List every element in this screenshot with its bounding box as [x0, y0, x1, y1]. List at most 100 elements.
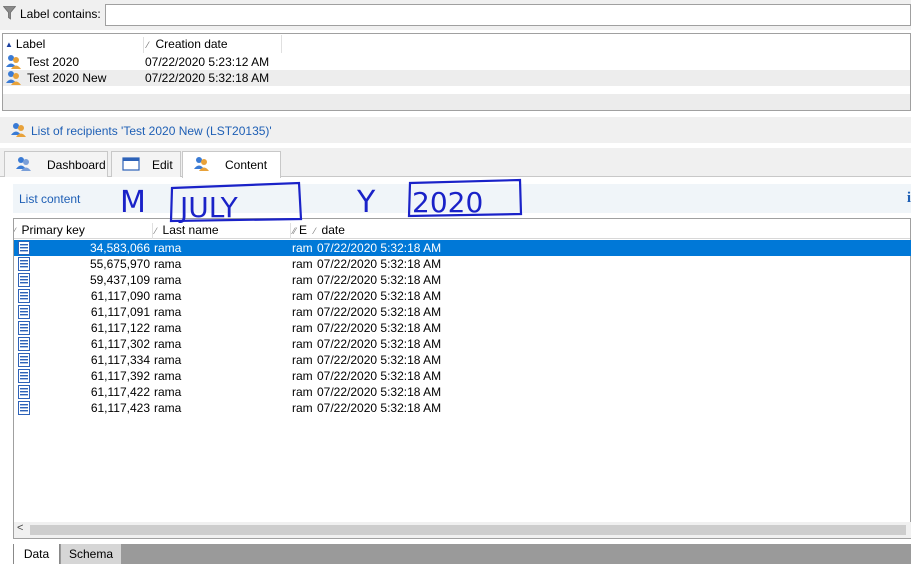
- cell-primary-key: 61,117,423: [90, 401, 150, 415]
- sort-indicator-icon: ⁄: [14, 226, 16, 236]
- sort-indicator-icon: ⁄⁄: [293, 226, 297, 236]
- list-item[interactable]: Test 2020 07/22/2020 5:23:12 AM: [3, 54, 910, 70]
- cell-email: ram: [292, 241, 313, 255]
- column-header-last-name[interactable]: ⁄ Last name: [152, 223, 290, 239]
- list-content-link[interactable]: List content: [19, 192, 80, 206]
- cell-date: 07/22/2020 5:32:18 AM: [317, 241, 442, 255]
- horizontal-scrollbar[interactable]: <: [14, 522, 911, 538]
- table-row[interactable]: 61,117,302 rama ram 07/22/2020 5:32:18 AM: [14, 336, 911, 352]
- info-icon[interactable]: i: [907, 190, 911, 207]
- dashboard-icon: [16, 157, 31, 171]
- list-footer: [3, 94, 910, 110]
- table-row[interactable]: 34,583,066 rama ram 07/22/2020 5:32:18 AM: [14, 240, 911, 256]
- cell-primary-key: 61,117,122: [90, 321, 150, 335]
- cell-last-name: rama: [154, 337, 182, 351]
- cell-last-name: rama: [154, 289, 182, 303]
- cell-primary-key: 34,583,066: [89, 241, 150, 255]
- sort-indicator-icon: ⁄: [314, 226, 316, 236]
- table-row[interactable]: 59,437,109 rama ram 07/22/2020 5:32:18 AM: [14, 272, 911, 288]
- cell-date: 07/22/2020 5:32:18 AM: [317, 289, 442, 303]
- cell-email: ram: [292, 337, 313, 351]
- cell-email: ram: [292, 353, 313, 367]
- column-header-primary-key[interactable]: ⁄ Primary key: [14, 223, 152, 239]
- cell-last-name: rama: [154, 321, 182, 335]
- column-header-date[interactable]: ⁄ date: [312, 223, 472, 239]
- table-row[interactable]: 61,117,090 rama ram 07/22/2020 5:32:18 AM: [14, 288, 911, 304]
- bottom-tabs: Data Schema: [13, 544, 911, 564]
- tab-data[interactable]: Data: [13, 544, 60, 564]
- column-header-email[interactable]: ⁄⁄ E: [290, 223, 312, 239]
- tab-dashboard[interactable]: Dashboard: [4, 151, 108, 177]
- detail-tabs: Dashboard Edit Content: [0, 148, 911, 178]
- filter-icon: [3, 6, 16, 20]
- cell-date: 07/22/2020 5:32:18 AM: [317, 337, 442, 351]
- cell-last-name: rama: [154, 273, 182, 287]
- cell-email: ram: [292, 273, 313, 287]
- column-header-creation-date[interactable]: ⁄ Creation date: [143, 37, 281, 53]
- cell-last-name: rama: [154, 241, 182, 255]
- page-title: List of recipients 'Test 2020 New (LST20…: [31, 124, 272, 138]
- label-filter-input[interactable]: [105, 4, 911, 26]
- sort-indicator-icon: ⁄: [155, 226, 157, 236]
- tab-content[interactable]: Content: [182, 151, 281, 178]
- filter-label: Label contains:: [20, 7, 101, 21]
- users-icon: [194, 157, 209, 171]
- recipient-list-icon: [6, 55, 21, 69]
- table-row[interactable]: 55,675,970 rama ram 07/22/2020 5:32:18 AM: [14, 256, 911, 272]
- cell-last-name: rama: [154, 385, 182, 399]
- cell-date: 07/22/2020 5:32:18 AM: [317, 321, 442, 335]
- cell-date: 07/22/2020 5:32:18 AM: [317, 273, 442, 287]
- list-header: ▲ Label ⁄ Creation date: [3, 34, 910, 53]
- cell-email: ram: [292, 257, 313, 271]
- detail-title-row: List of recipients 'Test 2020 New (LST20…: [0, 117, 911, 143]
- table-row[interactable]: 61,117,122 rama ram 07/22/2020 5:32:18 AM: [14, 320, 911, 336]
- cell-email: ram: [292, 401, 313, 415]
- scrollbar-thumb[interactable]: [30, 525, 906, 535]
- table-row[interactable]: 61,117,334 rama ram 07/22/2020 5:32:18 AM: [14, 352, 911, 368]
- cell-email: ram: [292, 385, 313, 399]
- recipients-grid: ⁄ Primary key ⁄ Last name ⁄⁄ E ⁄ date 34,583…: [13, 218, 911, 539]
- cell-date: 07/22/2020 5:32:18 AM: [317, 369, 442, 383]
- cell-last-name: rama: [154, 369, 182, 383]
- table-row[interactable]: 61,117,392 rama ram 07/22/2020 5:32:18 AM: [14, 368, 911, 384]
- scroll-left-icon[interactable]: <: [17, 522, 29, 538]
- cell-last-name: rama: [154, 257, 182, 271]
- tab-schema[interactable]: Schema: [61, 544, 121, 564]
- tab-edit[interactable]: Edit: [111, 151, 181, 177]
- grid-header: ⁄ Primary key ⁄ Last name ⁄⁄ E ⁄ date: [14, 219, 910, 239]
- recipient-list-icon: [11, 123, 26, 137]
- cell-primary-key: 59,437,109: [89, 273, 150, 287]
- table-row[interactable]: 61,117,091 rama ram 07/22/2020 5:32:18 AM: [14, 304, 911, 320]
- column-divider: [281, 35, 282, 53]
- cell-primary-key: 61,117,334: [90, 353, 150, 367]
- window-icon: [122, 157, 140, 171]
- cell-last-name: rama: [154, 305, 182, 319]
- recipient-list-icon: [6, 71, 21, 85]
- cell-primary-key: 61,117,091: [90, 305, 150, 319]
- cell-last-name: rama: [154, 353, 182, 367]
- cell-date: 07/22/2020 5:32:18 AM: [317, 401, 442, 415]
- cell-email: ram: [292, 321, 313, 335]
- cell-email: ram: [292, 305, 313, 319]
- cell-primary-key: 61,117,392: [90, 369, 150, 383]
- sort-ascending-icon: ▲: [5, 40, 13, 49]
- cell-email: ram: [292, 369, 313, 383]
- cell-date: 07/22/2020 5:32:18 AM: [317, 385, 442, 399]
- recipient-lists-panel: ▲ Label ⁄ Creation date Test 2020 07/22/20…: [2, 33, 911, 111]
- cell-date: 07/22/2020 5:32:18 AM: [317, 353, 442, 367]
- content-header: List content i: [13, 184, 911, 213]
- table-row[interactable]: 61,117,422 rama ram 07/22/2020 5:32:18 AM: [14, 384, 911, 400]
- cell-last-name: rama: [154, 401, 182, 415]
- cell-primary-key: 61,117,090: [90, 289, 150, 303]
- cell-email: ram: [292, 289, 313, 303]
- column-header-label[interactable]: ▲ Label: [5, 37, 143, 53]
- cell-primary-key: 61,117,302: [90, 337, 150, 351]
- cell-date: 07/22/2020 5:32:18 AM: [317, 305, 442, 319]
- cell-primary-key: 61,117,422: [90, 385, 150, 399]
- filter-bar: Label contains:: [0, 0, 911, 30]
- cell-primary-key: 55,675,970: [89, 257, 150, 271]
- cell-date: 07/22/2020 5:32:18 AM: [317, 257, 442, 271]
- sort-indicator-icon: ⁄: [147, 40, 149, 50]
- list-item[interactable]: Test 2020 New 07/22/2020 5:32:18 AM: [3, 70, 910, 86]
- table-row[interactable]: 61,117,423 rama ram 07/22/2020 5:32:18 AM: [14, 400, 911, 416]
